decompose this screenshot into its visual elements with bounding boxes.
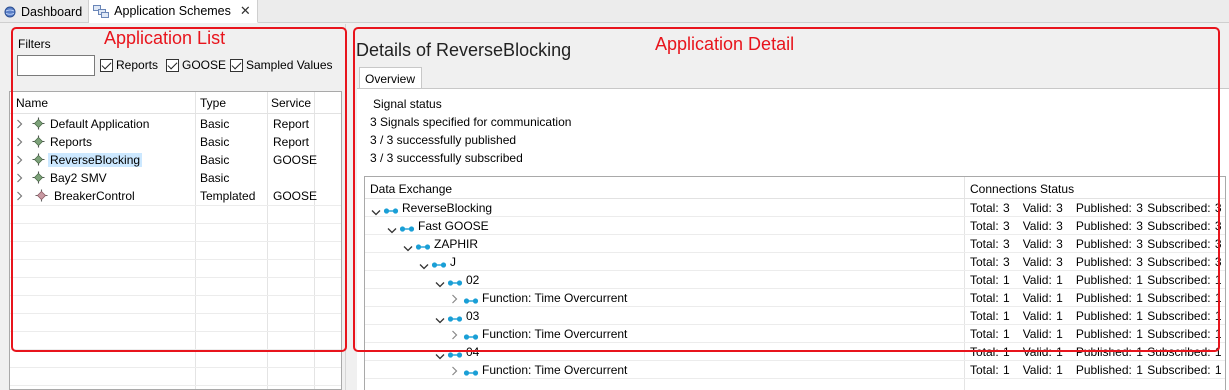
schemes-icon xyxy=(93,4,110,18)
editor-tab-strip: Dashboard Application Schemes ✕ xyxy=(0,0,1229,23)
tab-application-schemes-label: Application Schemes xyxy=(114,4,231,18)
chevron-right-icon[interactable] xyxy=(451,365,458,379)
data-exchange-label: Function: Time Overcurrent xyxy=(482,363,628,377)
connection-status: Total: 1 Valid: 1 Published: 1 Subscribe… xyxy=(970,363,1222,377)
application-detail-highlight xyxy=(353,27,1220,352)
data-exchange-row[interactable]: Function: Time Overcurrent Total: 1 Valid… xyxy=(365,361,1225,379)
application-detail-annotation: Application Detail xyxy=(655,34,795,54)
tab-dashboard[interactable]: Dashboard xyxy=(0,0,90,23)
connection-link-icon xyxy=(463,366,479,380)
application-list-highlight xyxy=(11,27,347,352)
close-icon[interactable]: ✕ xyxy=(240,3,251,19)
tab-dashboard-label: Dashboard xyxy=(21,4,83,19)
application-list-annotation: Application List xyxy=(104,28,226,48)
globe-icon xyxy=(4,6,16,18)
tab-application-schemes[interactable]: Application Schemes ✕ xyxy=(89,0,258,23)
